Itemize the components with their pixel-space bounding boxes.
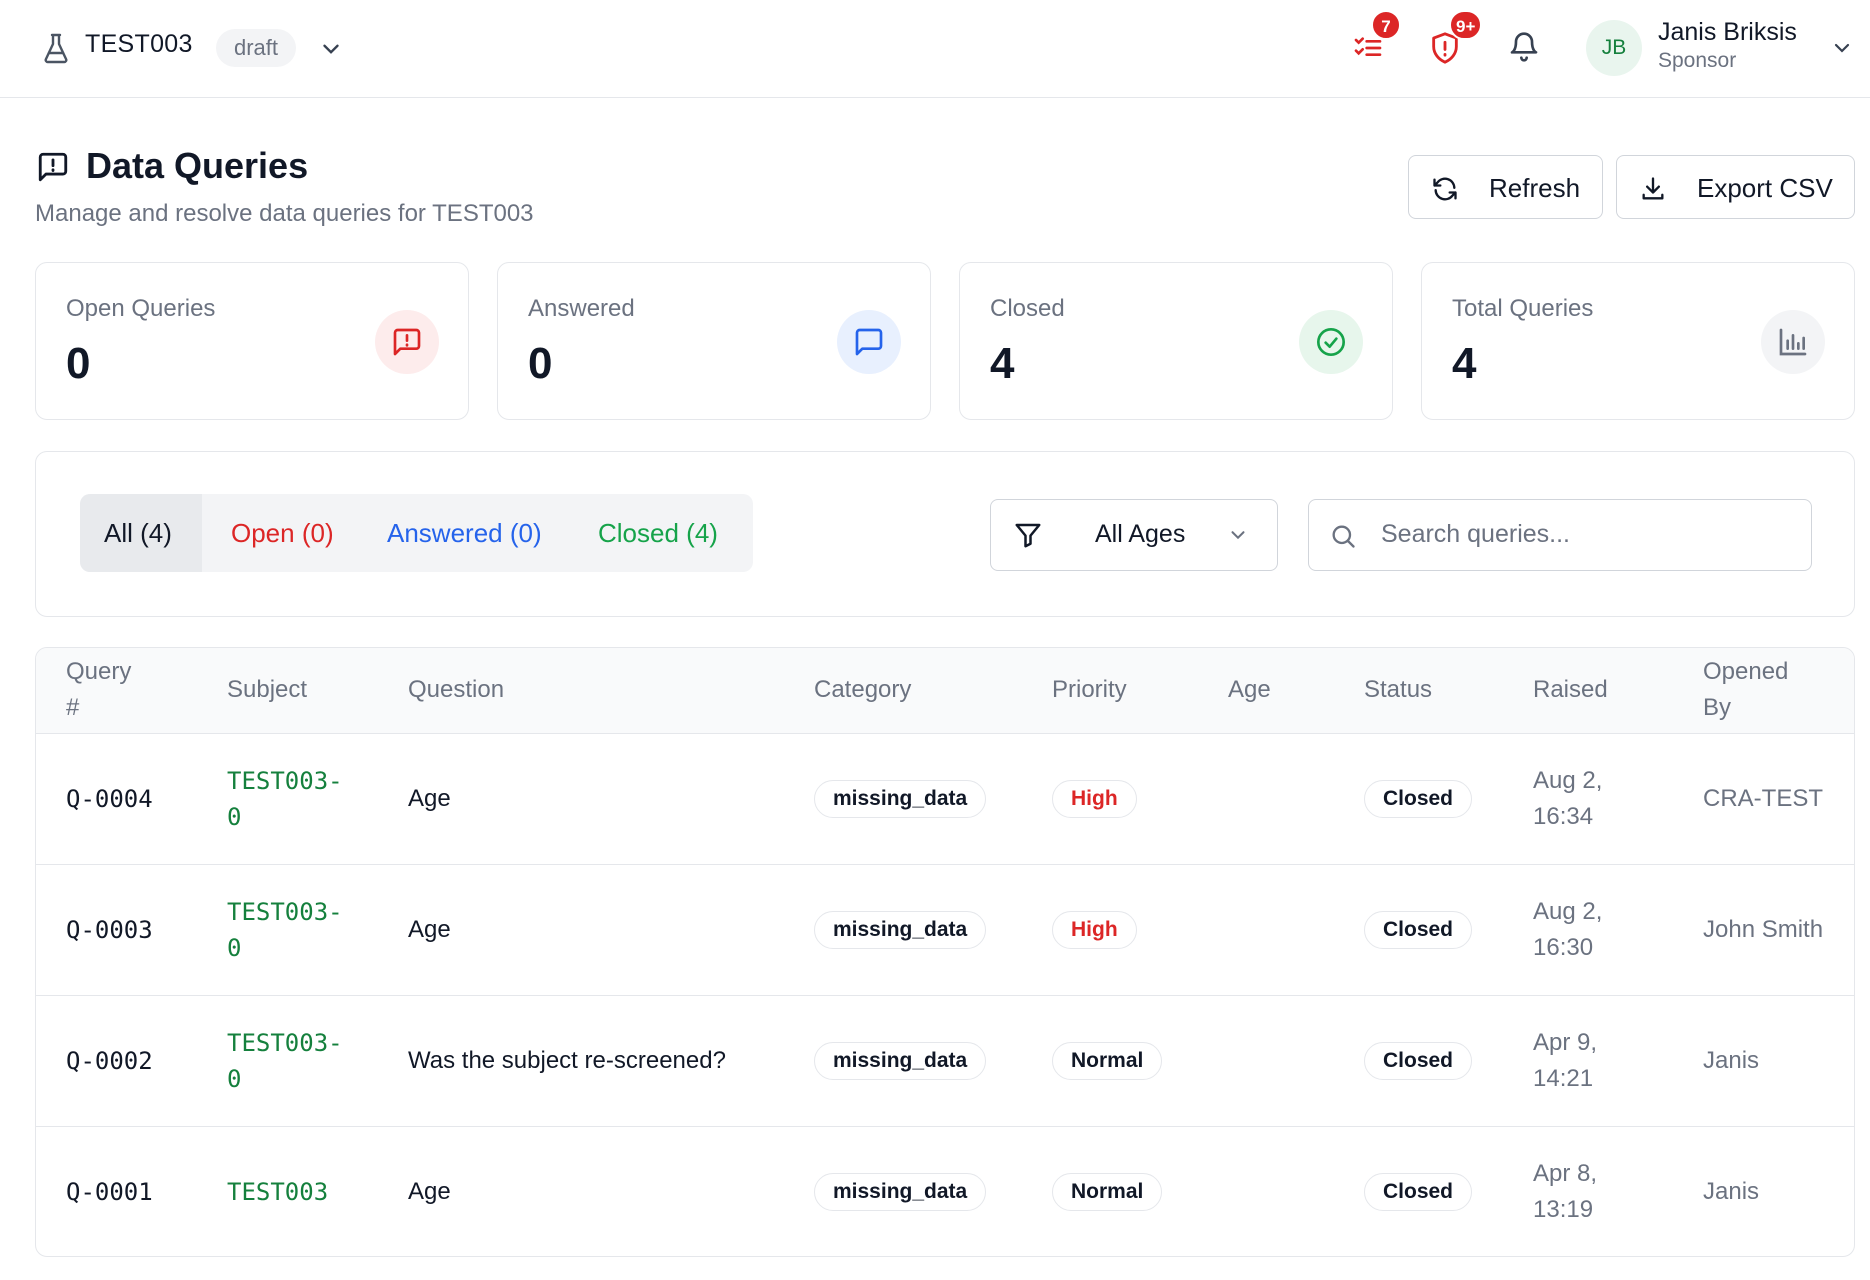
- question-text: Age: [408, 916, 451, 943]
- bar-chart-icon: [1761, 310, 1825, 374]
- opened-by: Janis: [1703, 1178, 1760, 1205]
- refresh-button[interactable]: Refresh: [1408, 155, 1603, 219]
- chevron-down-icon[interactable]: [1830, 36, 1854, 65]
- query-id: Q-0003: [66, 916, 153, 944]
- priority-badge: High: [1052, 780, 1137, 818]
- question-text: Age: [408, 1178, 451, 1205]
- page-subtitle: Manage and resolve data queries for TEST…: [35, 200, 534, 227]
- tab-all[interactable]: All (4): [80, 494, 202, 572]
- stat-card-answered: Answered 0: [497, 262, 931, 420]
- subject-link[interactable]: TEST003: [227, 1174, 328, 1210]
- message-alert-icon: [36, 150, 70, 189]
- stat-value: 0: [66, 339, 91, 388]
- status-badge: Closed: [1364, 911, 1473, 949]
- tab-open[interactable]: Open (0): [231, 494, 334, 572]
- column-header-query[interactable]: Query #: [66, 654, 131, 726]
- queries-table: Query # Subject Question Category Priorit…: [35, 647, 1855, 1257]
- user-role: Sponsor: [1658, 49, 1737, 72]
- download-icon: [1639, 175, 1667, 210]
- column-header-raised[interactable]: Raised: [1533, 672, 1608, 708]
- subject-link[interactable]: TEST003- 0: [227, 763, 343, 835]
- column-header-age[interactable]: Age: [1228, 672, 1271, 708]
- tab-answered[interactable]: Answered (0): [387, 494, 542, 572]
- filter-panel: All (4) Open (0) Answered (0) Closed (4)…: [35, 451, 1855, 617]
- alert-message-icon: [375, 310, 439, 374]
- search-placeholder: Search queries...: [1381, 520, 1570, 548]
- user-name[interactable]: Janis Briksis: [1658, 18, 1797, 47]
- question-text: Was the subject re-screened?: [408, 1047, 726, 1074]
- table-row[interactable]: Q-0003 TEST003- 0 Age missing_data High C…: [36, 865, 1854, 996]
- category-badge: missing_data: [814, 780, 987, 818]
- bell-icon[interactable]: [1508, 30, 1540, 69]
- age-filter-select[interactable]: All Ages: [990, 499, 1278, 571]
- stat-label: Closed: [990, 295, 1065, 322]
- page-title: Data Queries: [86, 145, 309, 186]
- top-bar: TEST003 draft 7 9+ JB Janis Briksis Spon…: [0, 0, 1870, 98]
- column-header-status[interactable]: Status: [1364, 672, 1432, 708]
- question-text: Age: [408, 785, 451, 812]
- category-badge: missing_data: [814, 1173, 987, 1211]
- tab-closed[interactable]: Closed (4): [598, 494, 718, 572]
- priority-badge: Normal: [1052, 1173, 1163, 1211]
- raised-date: Aug 2, 16:34: [1533, 767, 1603, 830]
- priority-badge: Normal: [1052, 1042, 1163, 1080]
- stat-card-open: Open Queries 0: [35, 262, 469, 420]
- status-badge: Closed: [1364, 1042, 1473, 1080]
- stat-label: Total Queries: [1452, 295, 1594, 322]
- stat-value: 0: [528, 339, 553, 388]
- flask-icon: [42, 32, 70, 69]
- column-header-opened-by[interactable]: Opened By: [1703, 654, 1788, 726]
- table-row[interactable]: Q-0004 TEST003- 0 Age missing_data High C…: [36, 734, 1854, 865]
- age-filter-value: All Ages: [1095, 520, 1186, 548]
- filter-icon: [1013, 520, 1043, 555]
- table-row[interactable]: Q-0002 TEST003- 0 Was the subject re-scre…: [36, 996, 1854, 1127]
- search-input[interactable]: Search queries...: [1308, 499, 1812, 571]
- raised-date: Apr 8, 13:19: [1533, 1160, 1598, 1223]
- raised-date: Apr 9, 14:21: [1533, 1029, 1598, 1092]
- column-header-priority[interactable]: Priority: [1052, 672, 1127, 708]
- stat-label: Answered: [528, 295, 635, 322]
- opened-by: Janis: [1703, 1047, 1760, 1074]
- export-csv-label: Export CSV: [1697, 173, 1833, 203]
- tasks-count-badge: 7: [1371, 10, 1401, 40]
- query-id: Q-0001: [66, 1178, 153, 1206]
- stat-label: Open Queries: [66, 295, 216, 322]
- avatar[interactable]: JB: [1586, 20, 1642, 76]
- opened-by: CRA-TEST: [1703, 785, 1823, 812]
- status-badge: Closed: [1364, 1173, 1473, 1211]
- opened-by: John Smith: [1703, 916, 1824, 943]
- subject-link[interactable]: TEST003- 0: [227, 894, 343, 966]
- stat-card-total: Total Queries 4: [1421, 262, 1855, 420]
- status-badge: Closed: [1364, 780, 1473, 818]
- stat-value: 4: [1452, 339, 1477, 388]
- table-row[interactable]: Q-0001 TEST003 Age missing_data Normal C…: [36, 1127, 1854, 1256]
- raised-date: Aug 2, 16:30: [1533, 898, 1603, 961]
- export-csv-button[interactable]: Export CSV: [1616, 155, 1855, 219]
- status-tabs: All (4) Open (0) Answered (0) Closed (4): [80, 494, 753, 572]
- priority-badge: High: [1052, 911, 1137, 949]
- column-header-subject[interactable]: Subject: [227, 672, 307, 708]
- table-header: Query # Subject Question Category Priorit…: [36, 648, 1854, 734]
- study-name[interactable]: TEST003: [85, 30, 193, 59]
- search-icon: [1329, 522, 1357, 555]
- stat-value: 4: [990, 339, 1015, 388]
- alerts-count-badge: 9+: [1449, 10, 1483, 40]
- refresh-icon: [1431, 175, 1459, 210]
- chevron-down-icon: [1227, 524, 1249, 551]
- column-header-category[interactable]: Category: [814, 672, 911, 708]
- query-id: Q-0004: [66, 785, 153, 813]
- refresh-label: Refresh: [1489, 173, 1581, 203]
- column-header-question[interactable]: Question: [408, 672, 504, 708]
- subject-link[interactable]: TEST003- 0: [227, 1025, 343, 1097]
- category-badge: missing_data: [814, 911, 987, 949]
- study-status-badge: draft: [216, 29, 297, 67]
- check-circle-icon: [1299, 310, 1363, 374]
- category-badge: missing_data: [814, 1042, 987, 1080]
- message-icon: [837, 310, 901, 374]
- chevron-down-icon[interactable]: [318, 36, 344, 67]
- stat-card-closed: Closed 4: [959, 262, 1393, 420]
- query-id: Q-0002: [66, 1047, 153, 1075]
